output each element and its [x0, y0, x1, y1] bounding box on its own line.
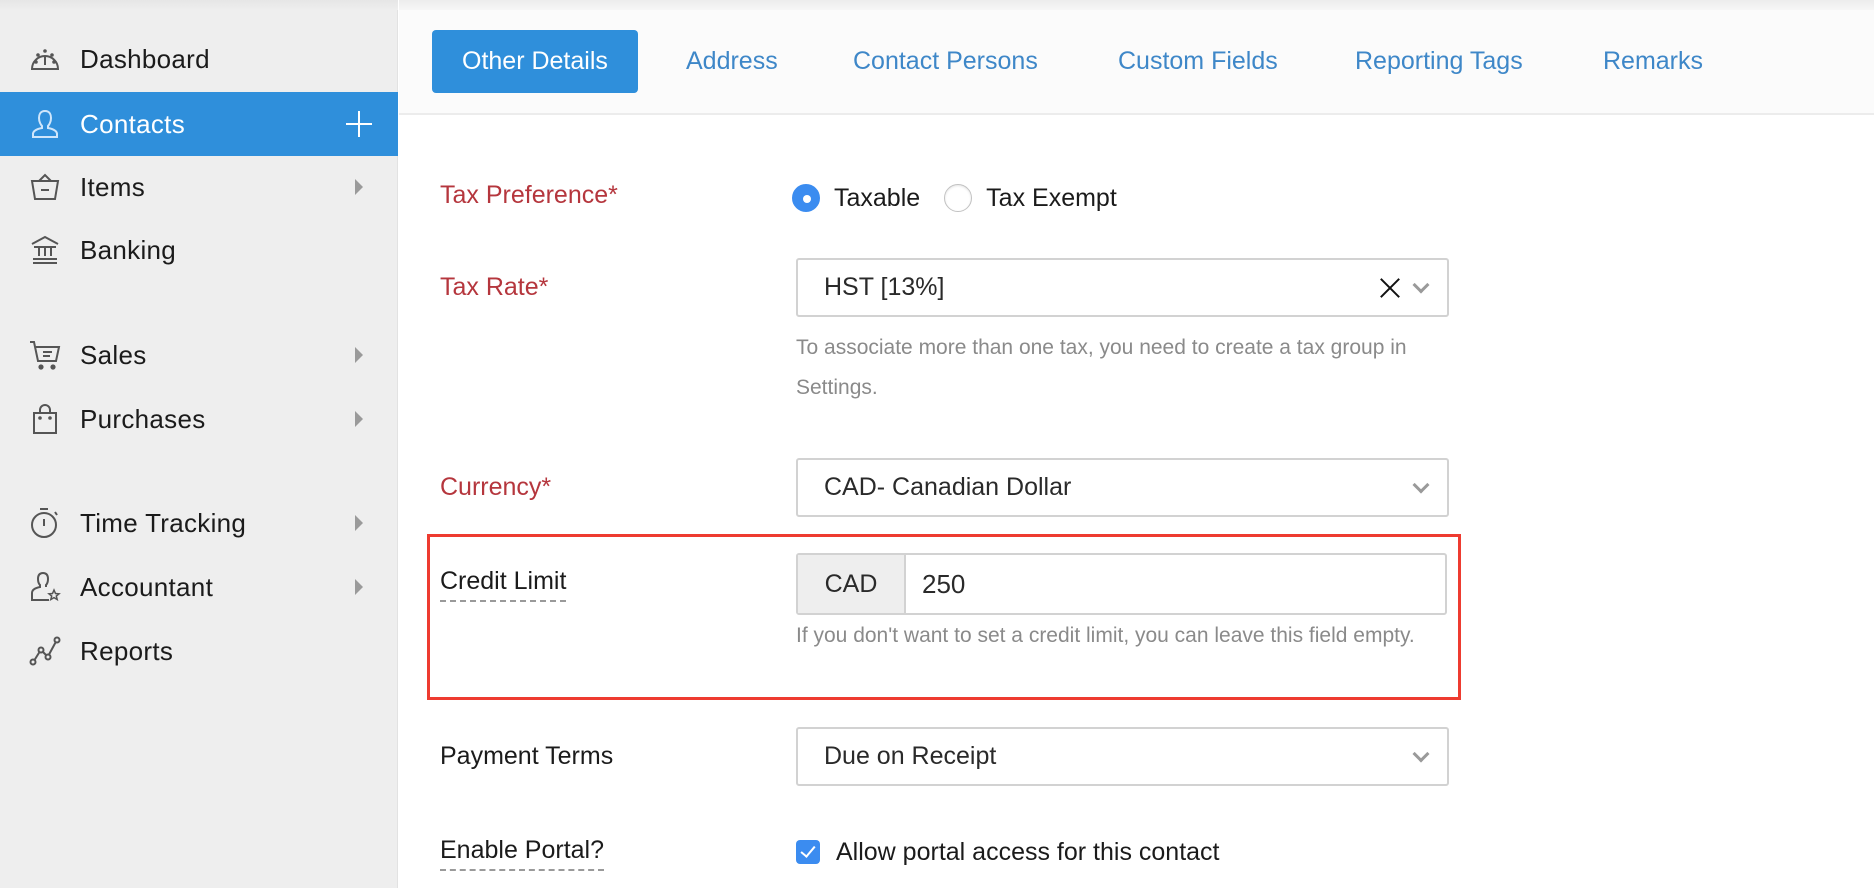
clear-icon[interactable] [1379, 277, 1401, 299]
credit-limit-help-text: If you don't want to set a credit limit,… [796, 624, 1415, 647]
currency-value: CAD- Canadian Dollar [824, 473, 1072, 501]
chevron-right-icon [355, 579, 363, 595]
tab-remarks[interactable]: Remarks [1573, 30, 1733, 93]
sidebar-item-label: Sales [80, 339, 147, 370]
sidebar-item-banking[interactable]: Banking [0, 218, 398, 282]
tab-contact-persons[interactable]: Contact Persons [823, 30, 1068, 93]
line-chart-icon [28, 634, 62, 668]
sidebar-item-label: Banking [80, 234, 177, 265]
tab-custom-fields[interactable]: Custom Fields [1088, 30, 1308, 93]
tax-rate-label: Tax Rate* [440, 273, 549, 301]
payment-terms-label: Payment Terms [440, 742, 614, 770]
tax-exempt-radio-label[interactable]: Tax Exempt [986, 184, 1117, 213]
currency-label: Currency* [440, 473, 552, 501]
tax-rate-help-text: To associate more than one tax, you need… [796, 336, 1407, 399]
sidebar-item-reports[interactable]: Reports [0, 619, 398, 683]
tax-preference-radio-group: Taxable Tax Exempt [792, 178, 1141, 218]
sidebar-item-accountant[interactable]: Accountant [0, 555, 398, 619]
user-icon [28, 107, 62, 141]
chevron-right-icon [355, 411, 363, 427]
sidebar-item-sales[interactable]: Sales [0, 323, 398, 387]
tab-bar: Other Details Address Contact Persons Cu… [399, 10, 1874, 115]
enable-portal-label: Enable Portal? [440, 836, 605, 871]
tax-rate-select[interactable]: HST [13%] [796, 258, 1449, 317]
chevron-right-icon [355, 179, 363, 195]
chevron-down-icon[interactable] [1412, 745, 1430, 762]
credit-limit-input-group: CAD [796, 553, 1447, 615]
sidebar-item-label: Time Tracking [80, 507, 247, 538]
taxable-radio-label[interactable]: Taxable [834, 184, 920, 213]
sidebar-top-border [0, 0, 398, 10]
chevron-down-icon[interactable] [1412, 276, 1430, 293]
stopwatch-icon [28, 506, 62, 540]
cart-icon [28, 338, 62, 372]
credit-limit-label: Credit Limit [440, 567, 567, 602]
payment-terms-select[interactable]: Due on Receipt [796, 727, 1449, 786]
bank-icon [28, 233, 62, 267]
sidebar-item-label: Purchases [80, 403, 206, 434]
chevron-right-icon [355, 515, 363, 531]
currency-select[interactable]: CAD- Canadian Dollar [796, 458, 1449, 517]
sidebar-item-label: Reports [80, 635, 174, 666]
tax-exempt-radio[interactable] [944, 184, 973, 212]
tax-rate-value: HST [13%] [824, 273, 945, 301]
tab-other-details[interactable]: Other Details [432, 30, 638, 93]
portal-access-checkbox[interactable] [796, 840, 820, 864]
tab-address[interactable]: Address [656, 30, 808, 93]
sidebar-item-label: Contacts [80, 108, 186, 139]
shopping-bag-icon [28, 402, 62, 436]
portal-access-checkbox-label[interactable]: Allow portal access for this contact [836, 838, 1220, 867]
tax-preference-label: Tax Preference* [440, 181, 618, 209]
tab-reporting-tags[interactable]: Reporting Tags [1325, 30, 1553, 93]
main-top-border [399, 0, 1874, 10]
sidebar-item-dashboard[interactable]: Dashboard [0, 27, 398, 91]
user-star-icon [28, 570, 62, 604]
payment-terms-value: Due on Receipt [824, 742, 997, 770]
enable-portal-checkbox-row[interactable]: Allow portal access for this contact [796, 836, 1220, 868]
sidebar-item-label: Accountant [80, 571, 214, 602]
sidebar-item-purchases[interactable]: Purchases [0, 387, 398, 451]
basket-icon [28, 170, 62, 204]
currency-addon: CAD [798, 555, 906, 613]
sidebar-item-label: Items [80, 171, 146, 202]
sidebar-item-time-tracking[interactable]: Time Tracking [0, 491, 398, 555]
plus-icon[interactable] [346, 111, 372, 137]
credit-limit-input[interactable] [906, 555, 1445, 613]
dashboard-gauge-icon [28, 42, 62, 76]
taxable-radio[interactable] [792, 184, 820, 212]
chevron-down-icon[interactable] [1412, 476, 1430, 493]
sidebar-item-label: Dashboard [80, 43, 210, 74]
sidebar-item-contacts[interactable]: Contacts [0, 92, 398, 156]
chevron-right-icon [355, 347, 363, 363]
sidebar-item-items[interactable]: Items [0, 155, 398, 219]
sidebar: Dashboard Contacts Items Banking Sales P… [0, 0, 398, 888]
